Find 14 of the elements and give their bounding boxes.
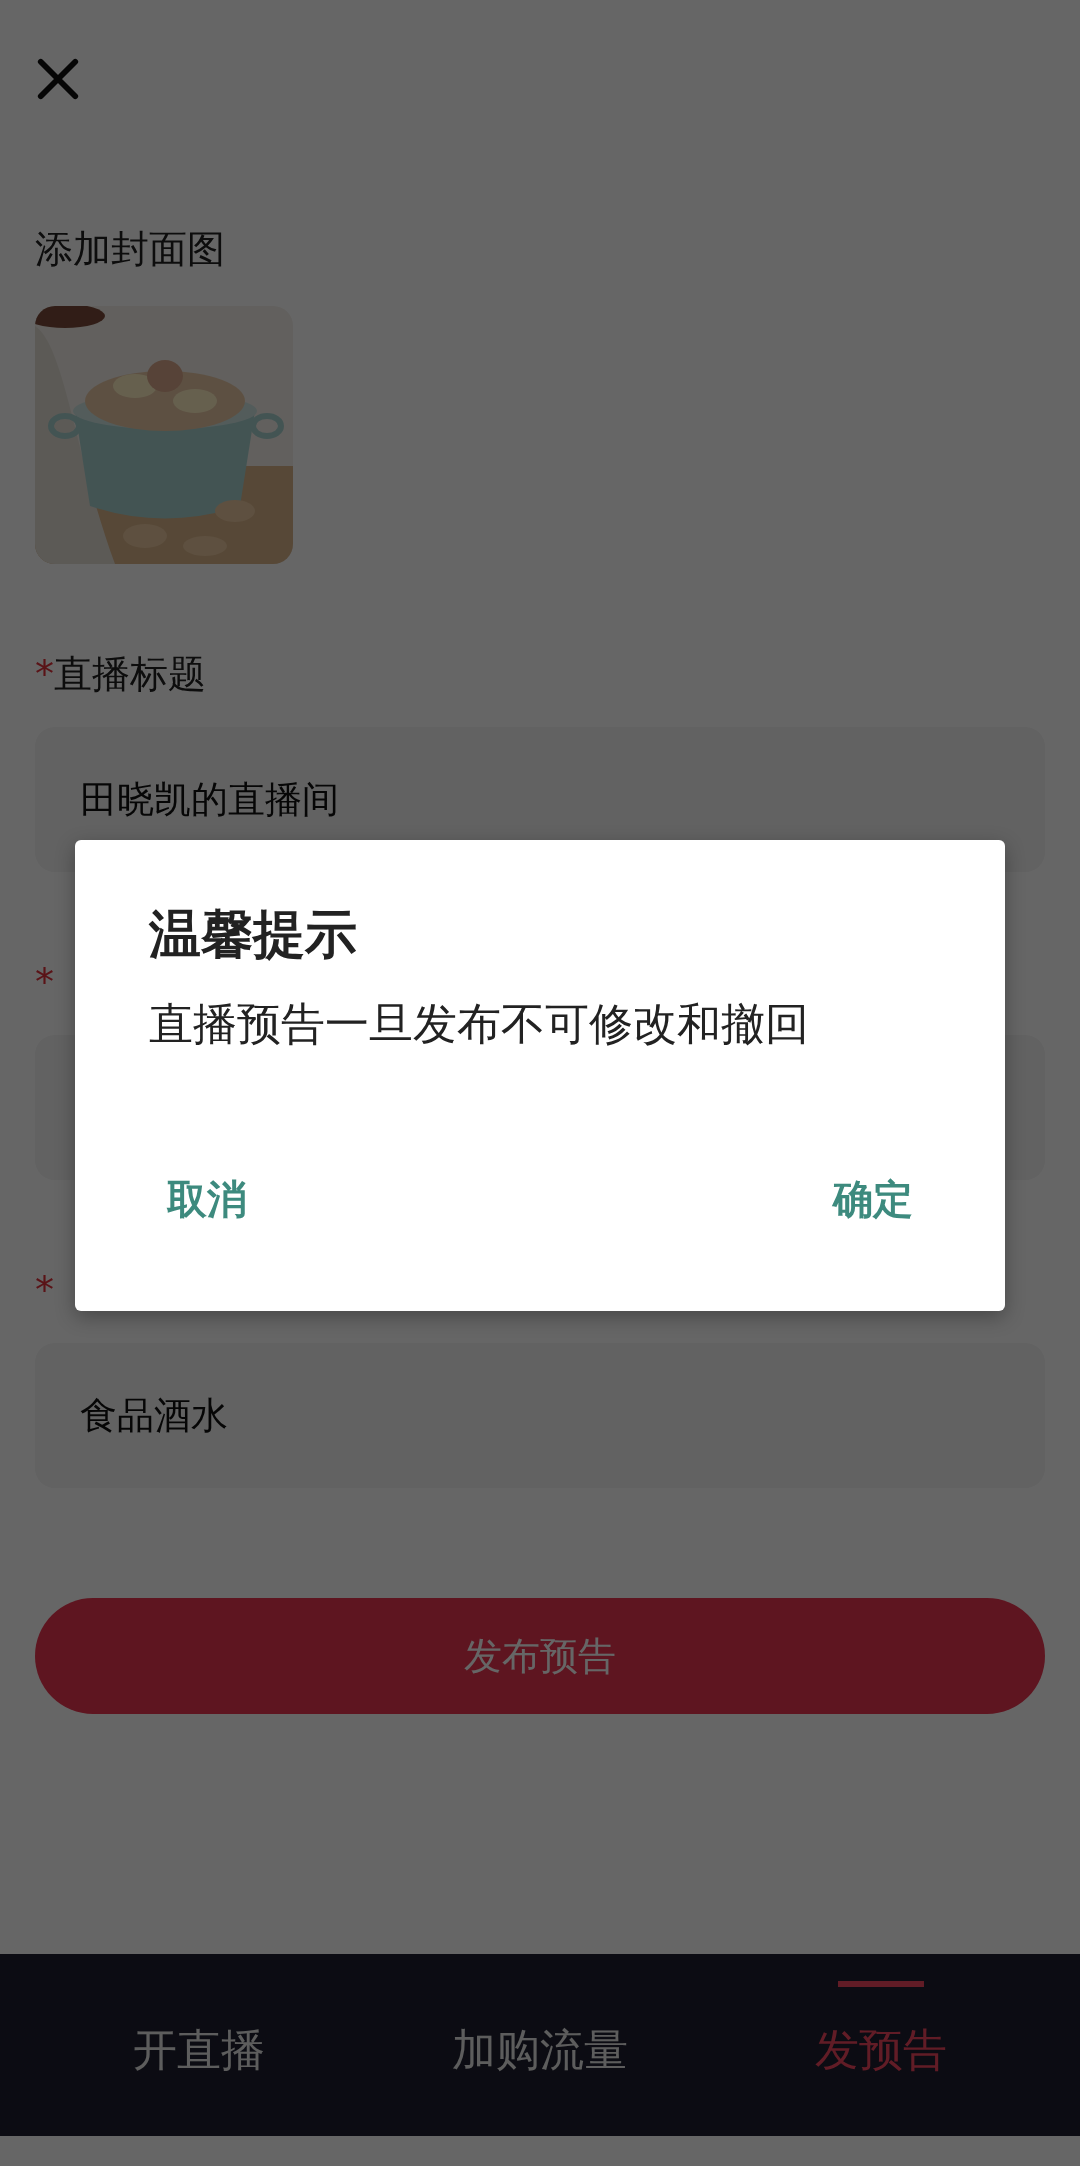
nav-tab[interactable]: 开直播 — [133, 1980, 266, 2080]
required-mark: * — [35, 1267, 54, 1314]
required-mark: * — [35, 651, 54, 698]
close-icon[interactable] — [35, 56, 81, 102]
dialog-title: 温馨提示 — [149, 903, 358, 966]
cover-label: 添加封面图 — [35, 226, 226, 273]
input-field[interactable]: 食品酒水 — [35, 1343, 1045, 1488]
dialog-button[interactable]: 确定 — [815, 1162, 931, 1237]
nav-tab[interactable]: 加购流量 — [452, 1980, 628, 2080]
field-label: 直播标题 — [54, 651, 206, 698]
publish-button[interactable]: 发布预告 — [35, 1598, 1045, 1714]
dialog-message: 直播预告一旦发布不可修改和撤回 — [149, 997, 810, 1051]
required-mark: * — [35, 959, 54, 1006]
dialog-button[interactable]: 取消 — [149, 1162, 265, 1237]
